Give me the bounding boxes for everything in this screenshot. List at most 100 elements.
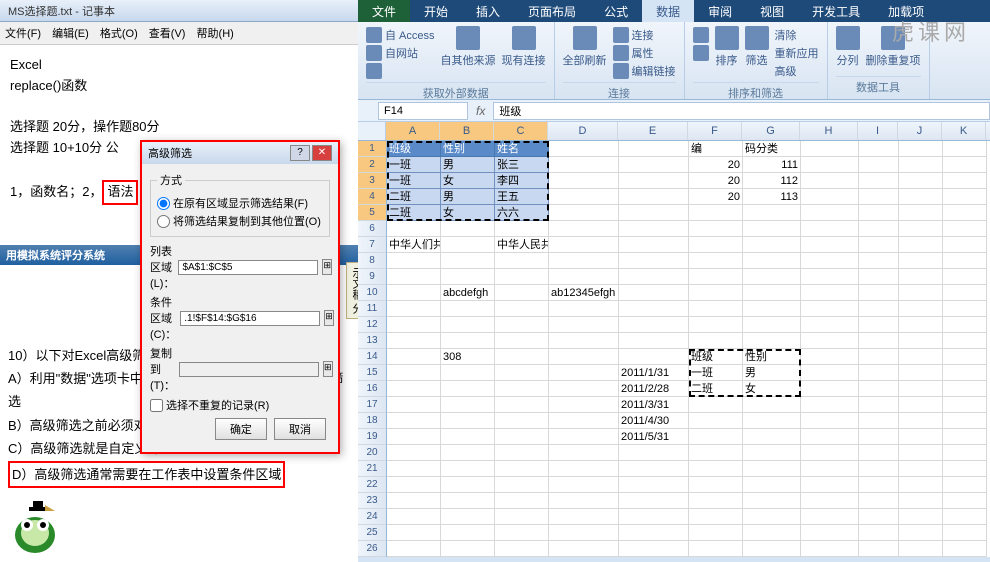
cell[interactable] bbox=[743, 525, 801, 541]
col-header[interactable]: E bbox=[618, 122, 688, 140]
cell[interactable] bbox=[801, 541, 859, 557]
cell[interactable] bbox=[899, 397, 943, 413]
cell[interactable] bbox=[495, 349, 549, 365]
cell[interactable] bbox=[387, 397, 441, 413]
cell[interactable] bbox=[495, 445, 549, 461]
cell[interactable] bbox=[859, 477, 899, 493]
cell[interactable] bbox=[943, 509, 987, 525]
cell[interactable] bbox=[619, 317, 689, 333]
cell[interactable] bbox=[801, 285, 859, 301]
row-header[interactable]: 1 bbox=[358, 141, 386, 157]
cell[interactable] bbox=[689, 461, 743, 477]
cell[interactable] bbox=[943, 301, 987, 317]
cell[interactable] bbox=[689, 413, 743, 429]
cell[interactable] bbox=[899, 173, 943, 189]
cell[interactable] bbox=[743, 285, 801, 301]
col-header[interactable]: D bbox=[548, 122, 618, 140]
advanced-filter-dialog[interactable]: 高级筛选 ? ✕ 方式 在原有区域显示筛选结果(F) 将筛选结果复制到其他位置(… bbox=[140, 140, 340, 454]
cell[interactable] bbox=[899, 317, 943, 333]
row-header[interactable]: 10 bbox=[358, 285, 386, 301]
cell[interactable]: 一班 bbox=[689, 365, 743, 381]
cell[interactable] bbox=[495, 285, 549, 301]
cell[interactable] bbox=[495, 365, 549, 381]
cell[interactable] bbox=[859, 141, 899, 157]
cell[interactable] bbox=[495, 413, 549, 429]
cell[interactable] bbox=[619, 141, 689, 157]
row-header[interactable]: 13 bbox=[358, 333, 386, 349]
cell[interactable] bbox=[943, 333, 987, 349]
cell[interactable] bbox=[619, 173, 689, 189]
cell[interactable] bbox=[495, 221, 549, 237]
cell[interactable]: 班级 bbox=[689, 349, 743, 365]
cell[interactable] bbox=[549, 445, 619, 461]
worksheet[interactable]: A B C D E F G H I J K 123456789101112131… bbox=[358, 122, 990, 557]
row-header[interactable]: 23 bbox=[358, 493, 386, 509]
cell[interactable] bbox=[899, 541, 943, 557]
cell[interactable] bbox=[743, 429, 801, 445]
cell[interactable] bbox=[899, 509, 943, 525]
cell[interactable] bbox=[801, 189, 859, 205]
cell[interactable] bbox=[859, 365, 899, 381]
cell[interactable] bbox=[441, 477, 495, 493]
cell[interactable] bbox=[801, 333, 859, 349]
cell[interactable] bbox=[943, 429, 987, 445]
cell[interactable] bbox=[495, 317, 549, 333]
cell[interactable] bbox=[943, 237, 987, 253]
cell[interactable] bbox=[387, 381, 441, 397]
cell[interactable]: 20 bbox=[689, 173, 743, 189]
cell[interactable]: abcdefgh bbox=[441, 285, 495, 301]
cell[interactable] bbox=[387, 285, 441, 301]
cell[interactable]: 班级 bbox=[387, 141, 441, 157]
cell[interactable] bbox=[859, 493, 899, 509]
cell[interactable] bbox=[549, 397, 619, 413]
edit-links-button[interactable]: 编辑链接 bbox=[613, 62, 676, 80]
cell[interactable] bbox=[943, 381, 987, 397]
cell[interactable] bbox=[495, 429, 549, 445]
formula-bar[interactable] bbox=[493, 102, 990, 120]
row-header[interactable]: 11 bbox=[358, 301, 386, 317]
cell[interactable] bbox=[619, 445, 689, 461]
col-header[interactable]: J bbox=[898, 122, 942, 140]
row-header[interactable]: 12 bbox=[358, 317, 386, 333]
cell[interactable] bbox=[859, 509, 899, 525]
cell[interactable] bbox=[743, 301, 801, 317]
clear-filter-button[interactable]: 清除 bbox=[775, 26, 819, 44]
cell[interactable] bbox=[801, 493, 859, 509]
cell[interactable] bbox=[859, 269, 899, 285]
properties-button[interactable]: 属性 bbox=[613, 44, 676, 62]
cell[interactable] bbox=[859, 349, 899, 365]
cell[interactable] bbox=[859, 445, 899, 461]
cell[interactable] bbox=[387, 269, 441, 285]
col-header[interactable]: K bbox=[942, 122, 986, 140]
cell[interactable] bbox=[689, 285, 743, 301]
cell[interactable] bbox=[899, 269, 943, 285]
cell[interactable] bbox=[899, 525, 943, 541]
row-header[interactable]: 9 bbox=[358, 269, 386, 285]
cell[interactable] bbox=[549, 429, 619, 445]
cell[interactable] bbox=[549, 349, 619, 365]
cell[interactable] bbox=[743, 397, 801, 413]
cell[interactable] bbox=[859, 333, 899, 349]
cell[interactable] bbox=[549, 365, 619, 381]
cell[interactable] bbox=[743, 509, 801, 525]
cell[interactable]: 男 bbox=[441, 189, 495, 205]
cell[interactable] bbox=[801, 429, 859, 445]
cell[interactable] bbox=[943, 205, 987, 221]
sort-za-button[interactable] bbox=[693, 44, 709, 62]
cell[interactable] bbox=[441, 429, 495, 445]
cell[interactable] bbox=[549, 333, 619, 349]
cell[interactable]: 李四 bbox=[495, 173, 549, 189]
cell[interactable] bbox=[743, 461, 801, 477]
cell[interactable] bbox=[387, 317, 441, 333]
from-access-button[interactable]: 自 Access bbox=[366, 26, 435, 44]
filter-inplace-radio[interactable] bbox=[157, 197, 170, 210]
cell[interactable] bbox=[549, 381, 619, 397]
cell[interactable] bbox=[549, 205, 619, 221]
cell[interactable] bbox=[743, 221, 801, 237]
fx-icon[interactable]: fx bbox=[468, 104, 493, 118]
cell[interactable] bbox=[441, 381, 495, 397]
cell[interactable] bbox=[619, 493, 689, 509]
row-header[interactable]: 6 bbox=[358, 221, 386, 237]
cell[interactable] bbox=[441, 317, 495, 333]
ok-button[interactable]: 确定 bbox=[215, 418, 267, 440]
